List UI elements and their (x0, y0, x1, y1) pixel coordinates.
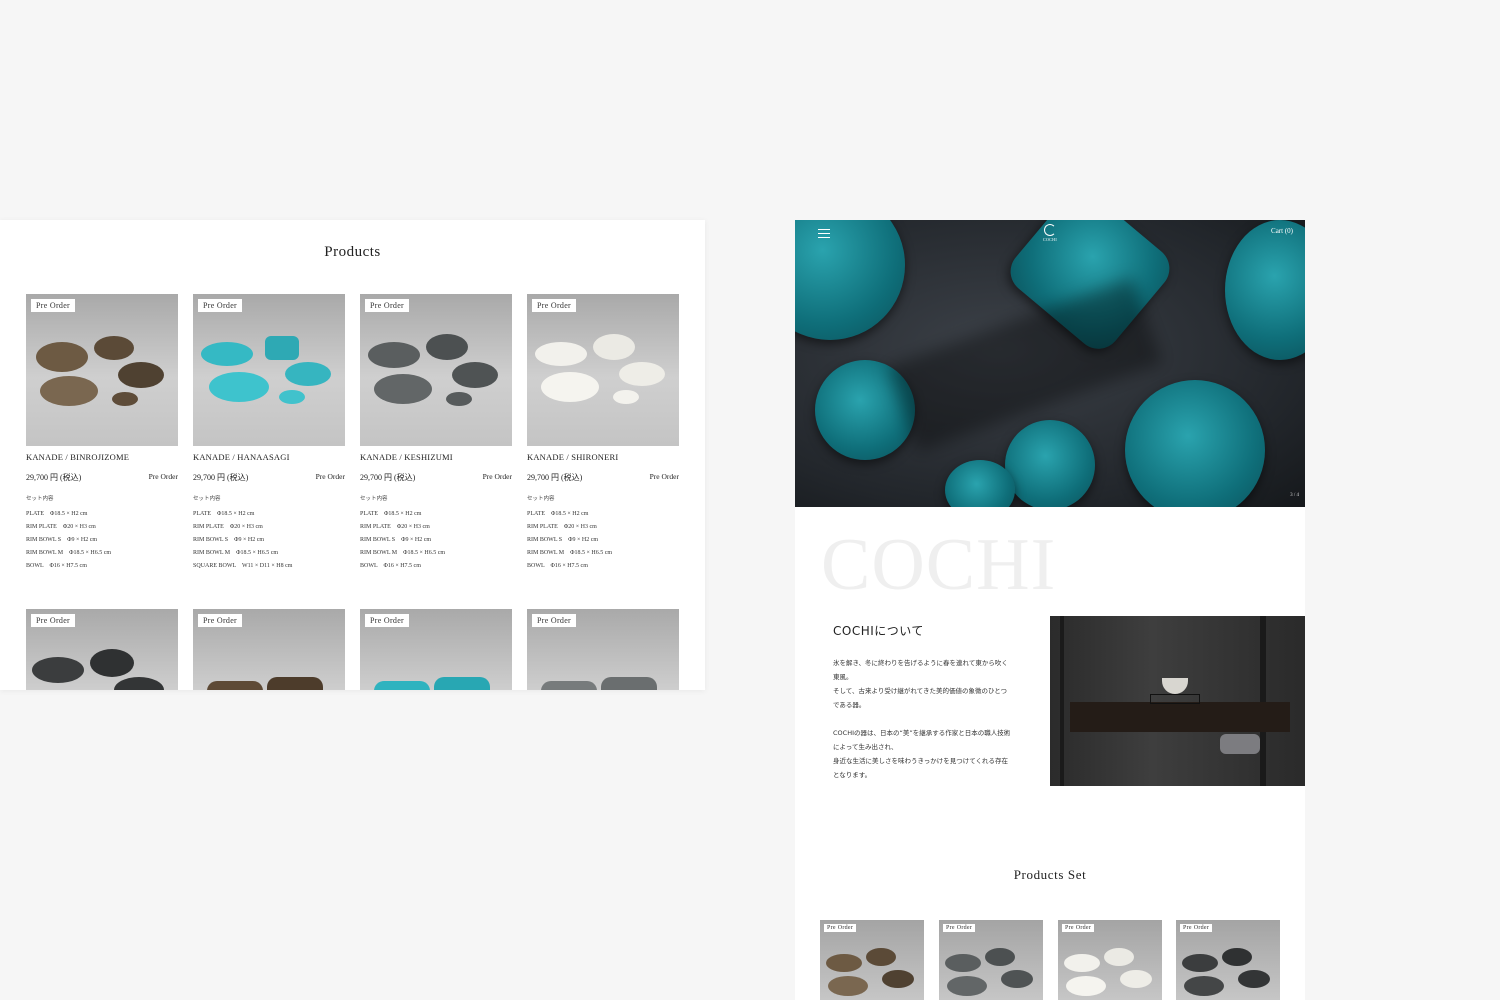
slide-counter: 3 / 4 (1290, 493, 1299, 498)
pre-order-badge: Pre Order (1062, 924, 1095, 932)
set-contents-label: セット内容 (26, 496, 54, 502)
logo-mark-icon (1044, 224, 1056, 236)
product-image[interactable]: Pre Order (527, 294, 679, 446)
cart-link[interactable]: Cart (0) (1271, 227, 1293, 235)
spec-line: RIM BOWL M Φ18.5 × H6.5 cm (360, 550, 446, 556)
set-card[interactable]: Pre Order (1176, 920, 1280, 1000)
product-image[interactable]: Pre Order (26, 609, 178, 690)
product-price: 29,700 円 (税込) (26, 473, 82, 482)
hero-image: COCHI Cart (0) 3 / 4 (795, 220, 1305, 507)
pre-order-badge: Pre Order (365, 614, 410, 627)
about-body: 氷を解き、冬に終わりを告げるように春を連れて東から吹く 東風。 そして、古来より… (833, 659, 1011, 779)
product-image[interactable]: Pre Order (527, 609, 679, 690)
product-card-row2-3[interactable]: Pre Order (360, 609, 512, 690)
set-contents-label: セット内容 (360, 496, 388, 502)
products-page-panel: Products Pre Order KANADE / BINROJIZOME … (0, 220, 705, 690)
spec-line: RIM BOWL M Φ18.5 × H6.5 cm (527, 550, 613, 556)
about-image (1050, 616, 1305, 786)
product-name[interactable]: KANADE / SHIRONERI (527, 452, 618, 462)
product-name[interactable]: KANADE / HANAASAGI (193, 452, 290, 462)
spec-line: RIM BOWL S Φ9 × H2 cm (360, 537, 432, 543)
spec-line: BOWL Φ16 × H7.5 cm (527, 563, 588, 569)
set-card[interactable]: Pre Order (939, 920, 1043, 1000)
set-card[interactable]: Pre Order (1058, 920, 1162, 1000)
product-image[interactable]: Pre Order (26, 294, 178, 446)
spec-line: PLATE Φ18.5 × H2 cm (193, 511, 255, 517)
product-status: Pre Order (148, 472, 178, 481)
set-contents-label: セット内容 (527, 496, 555, 502)
spec-line: RIM PLATE Φ20 × H3 cm (527, 524, 597, 530)
pre-order-badge: Pre Order (824, 924, 857, 932)
spec-line: BOWL Φ16 × H7.5 cm (26, 563, 87, 569)
product-card-hanaasagi[interactable]: Pre Order KANADE / HANAASAGI 29,700 円 (税… (193, 294, 345, 569)
product-price: 29,700 円 (税込) (360, 473, 416, 482)
pre-order-badge: Pre Order (198, 614, 243, 627)
spec-line: PLATE Φ18.5 × H2 cm (26, 511, 88, 517)
product-price: 29,700 円 (税込) (193, 473, 249, 482)
spec-line: RIM PLATE Φ20 × H3 cm (360, 524, 430, 530)
product-card-binrojizome[interactable]: Pre Order KANADE / BINROJIZOME 29,700 円 … (26, 294, 178, 569)
about-title: COCHIについて (833, 624, 924, 638)
spec-line: PLATE Φ18.5 × H2 cm (527, 511, 589, 517)
set-card[interactable]: Pre Order (820, 920, 924, 1000)
pre-order-badge: Pre Order (943, 924, 976, 932)
spec-line: RIM PLATE Φ20 × H3 cm (26, 524, 96, 530)
product-image[interactable]: Pre Order (360, 609, 512, 690)
spec-line: RIM BOWL S Φ9 × H2 cm (527, 537, 599, 543)
products-set-title: Products Set (1013, 867, 1087, 882)
product-card-row2-4[interactable]: Pre Order (527, 609, 679, 690)
pre-order-badge: Pre Order (31, 614, 76, 627)
product-status: Pre Order (649, 472, 679, 481)
pre-order-badge: Pre Order (365, 299, 410, 312)
cochi-logo[interactable]: COCHI (1042, 224, 1058, 244)
set-contents-label: セット内容 (193, 496, 221, 502)
pre-order-badge: Pre Order (198, 299, 243, 312)
spec-line: SQUARE BOWL W11 × D11 × H8 cm (193, 563, 293, 569)
spec-line: BOWL Φ16 × H7.5 cm (360, 563, 421, 569)
menu-icon[interactable] (818, 229, 830, 241)
product-status: Pre Order (482, 472, 512, 481)
pre-order-badge: Pre Order (532, 614, 577, 627)
product-price: 29,700 円 (税込) (527, 473, 583, 482)
pre-order-badge: Pre Order (31, 299, 76, 312)
pre-order-badge: Pre Order (532, 299, 577, 312)
product-name[interactable]: KANADE / BINROJIZOME (26, 452, 129, 462)
product-card-shironeri[interactable]: Pre Order KANADE / SHIRONERI 29,700 円 (税… (527, 294, 679, 569)
spec-line: PLATE Φ18.5 × H2 cm (360, 511, 422, 517)
product-name[interactable]: KANADE / KESHIZUMI (360, 452, 453, 462)
spec-line: RIM BOWL S Φ9 × H2 cm (193, 537, 265, 543)
product-image[interactable]: Pre Order (193, 609, 345, 690)
product-image[interactable]: Pre Order (193, 294, 345, 446)
product-card-keshizumi[interactable]: Pre Order KANADE / KESHIZUMI 29,700 円 (税… (360, 294, 512, 569)
product-card-row2-2[interactable]: Pre Order (193, 609, 345, 690)
spec-line: RIM PLATE Φ20 × H3 cm (193, 524, 263, 530)
spec-line: RIM BOWL M Φ18.5 × H6.5 cm (26, 550, 112, 556)
spec-line: RIM BOWL M Φ18.5 × H6.5 cm (193, 550, 279, 556)
spec-line: RIM BOWL S Φ9 × H2 cm (26, 537, 98, 543)
decorative-brand-text: COCHI (821, 524, 1057, 606)
pre-order-badge: Pre Order (1180, 924, 1213, 932)
mobile-page-panel: COCHI Cart (0) 3 / 4 COCHI COCHIについて 氷を解… (795, 220, 1305, 1000)
product-card-row2-1[interactable]: Pre Order (26, 609, 178, 690)
product-status: Pre Order (315, 472, 345, 481)
product-image[interactable]: Pre Order (360, 294, 512, 446)
products-title: Products (324, 244, 381, 260)
